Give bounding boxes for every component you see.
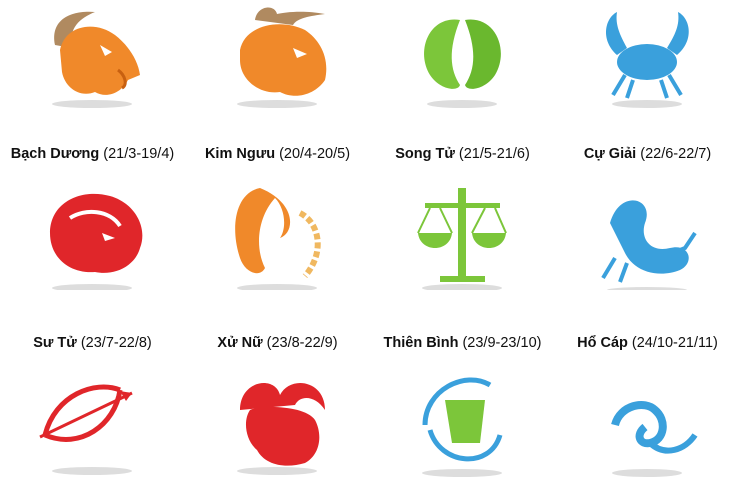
zodiac-label: Cự Giải (22/6-22/7) bbox=[583, 146, 712, 162]
twins-icon bbox=[370, 0, 555, 112]
goat-icon bbox=[0, 0, 185, 112]
lion-icon bbox=[0, 178, 185, 290]
archer-bow-icon bbox=[0, 365, 185, 477]
maiden-icon bbox=[185, 178, 370, 290]
zodiac-label: Xử Nữ (23/8-22/9) bbox=[217, 335, 338, 351]
water-bearer-icon bbox=[370, 365, 555, 477]
crab-icon bbox=[555, 0, 740, 112]
scales-icon bbox=[370, 178, 555, 290]
zodiac-label: Thiên Bình (23/9-23/10) bbox=[383, 335, 542, 351]
zodiac-label: Bạch Dương (21/3-19/4) bbox=[10, 146, 175, 162]
zodiac-label: Song Tử (21/5-21/6) bbox=[395, 146, 530, 162]
zodiac-label: Hổ Cáp (24/10-21/11) bbox=[577, 335, 718, 351]
ram-icon bbox=[185, 365, 370, 477]
fish-icon bbox=[555, 365, 740, 477]
zodiac-label: Kim Ngưu (20/4-20/5) bbox=[204, 146, 351, 162]
scorpion-icon bbox=[555, 178, 740, 290]
bull-icon bbox=[185, 0, 370, 112]
zodiac-label: Sư Tử (23/7-22/8) bbox=[33, 335, 152, 351]
